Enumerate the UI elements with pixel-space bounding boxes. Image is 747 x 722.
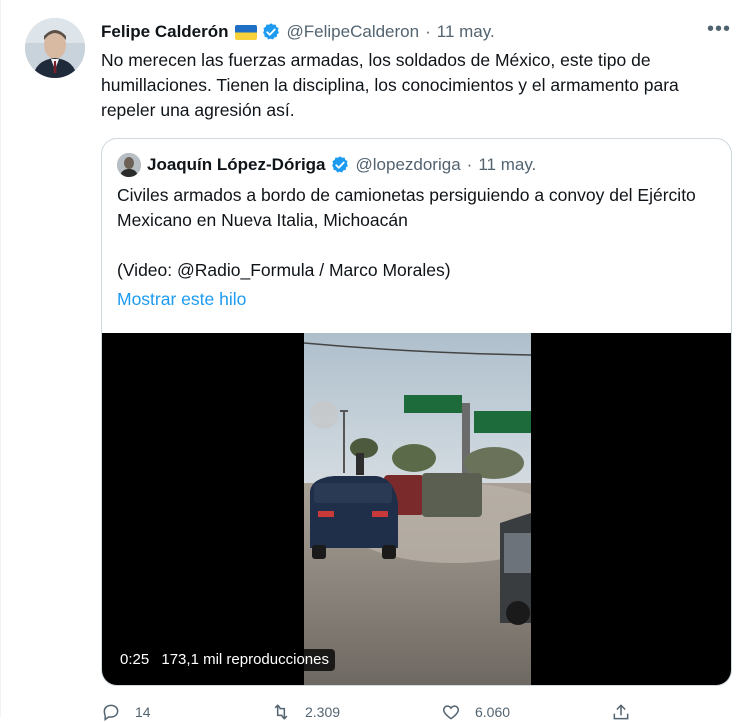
video-frame[interactable] <box>304 333 531 685</box>
show-thread-link[interactable]: Mostrar este hilo <box>117 289 246 310</box>
more-options-icon[interactable]: ••• <box>707 19 730 42</box>
quoted-verified-badge-icon <box>330 155 350 175</box>
like-button[interactable]: 6.060 <box>441 702 611 722</box>
separator-dot: · <box>425 22 431 41</box>
share-button[interactable] <box>611 702 651 722</box>
tweet-header: Felipe Calderón @FelipeCalderon · 11 may… <box>101 20 495 44</box>
video-player[interactable]: 0:25 173,1 mil reproducciones <box>102 333 731 685</box>
tweet-text: No merecen las fuerzas armadas, los sold… <box>101 50 679 120</box>
quoted-tweet-credit: (Video: @Radio_Formula / Marco Morales) <box>117 260 451 280</box>
tweet[interactable]: Felipe Calderón @FelipeCalderon · 11 may… <box>0 0 747 721</box>
quoted-tweet-text-line: Civiles armados a bordo de camionetas pe… <box>117 185 696 230</box>
retweet-icon <box>274 704 288 720</box>
reply-button[interactable]: 14 <box>101 702 271 722</box>
like-count: 6.060 <box>475 704 511 720</box>
ukraine-flag-icon <box>234 24 257 40</box>
quoted-tweet[interactable]: Joaquín López-Dóriga @lopezdoriga · 11 m… <box>101 138 732 686</box>
video-time-views-badge: 0:25 173,1 mil reproducciones <box>114 649 335 671</box>
heart-icon <box>442 705 460 720</box>
quoted-tweet-header: Joaquín López-Dóriga @lopezdoriga · 11 m… <box>117 153 536 177</box>
author-name[interactable]: Felipe Calderón <box>101 22 229 42</box>
author-handle[interactable]: @FelipeCalderon <box>287 22 420 42</box>
retweet-button[interactable]: 2.309 <box>271 702 441 722</box>
verified-badge-icon <box>261 22 281 42</box>
quoted-tweet-date[interactable]: 11 may. <box>478 155 536 175</box>
author-avatar[interactable] <box>25 18 85 78</box>
video-timestamp: 0:25 <box>120 651 150 668</box>
reply-count: 14 <box>135 704 151 720</box>
video-views: 173,1 mil reproducciones <box>161 651 329 668</box>
retweet-count: 2.309 <box>305 704 341 720</box>
quoted-author-avatar[interactable] <box>117 153 141 177</box>
tweet-actions: 14 2.309 6.060 <box>101 702 661 722</box>
quoted-author-handle[interactable]: @lopezdoriga <box>356 155 461 175</box>
share-icon <box>613 704 629 720</box>
reply-icon <box>103 704 119 721</box>
quoted-tweet-text: Civiles armados a bordo de camionetas pe… <box>117 183 707 283</box>
quoted-separator-dot: · <box>466 155 473 174</box>
tweet-date[interactable]: 11 may. <box>437 22 495 42</box>
quoted-author-name[interactable]: Joaquín López-Dóriga <box>147 155 326 175</box>
